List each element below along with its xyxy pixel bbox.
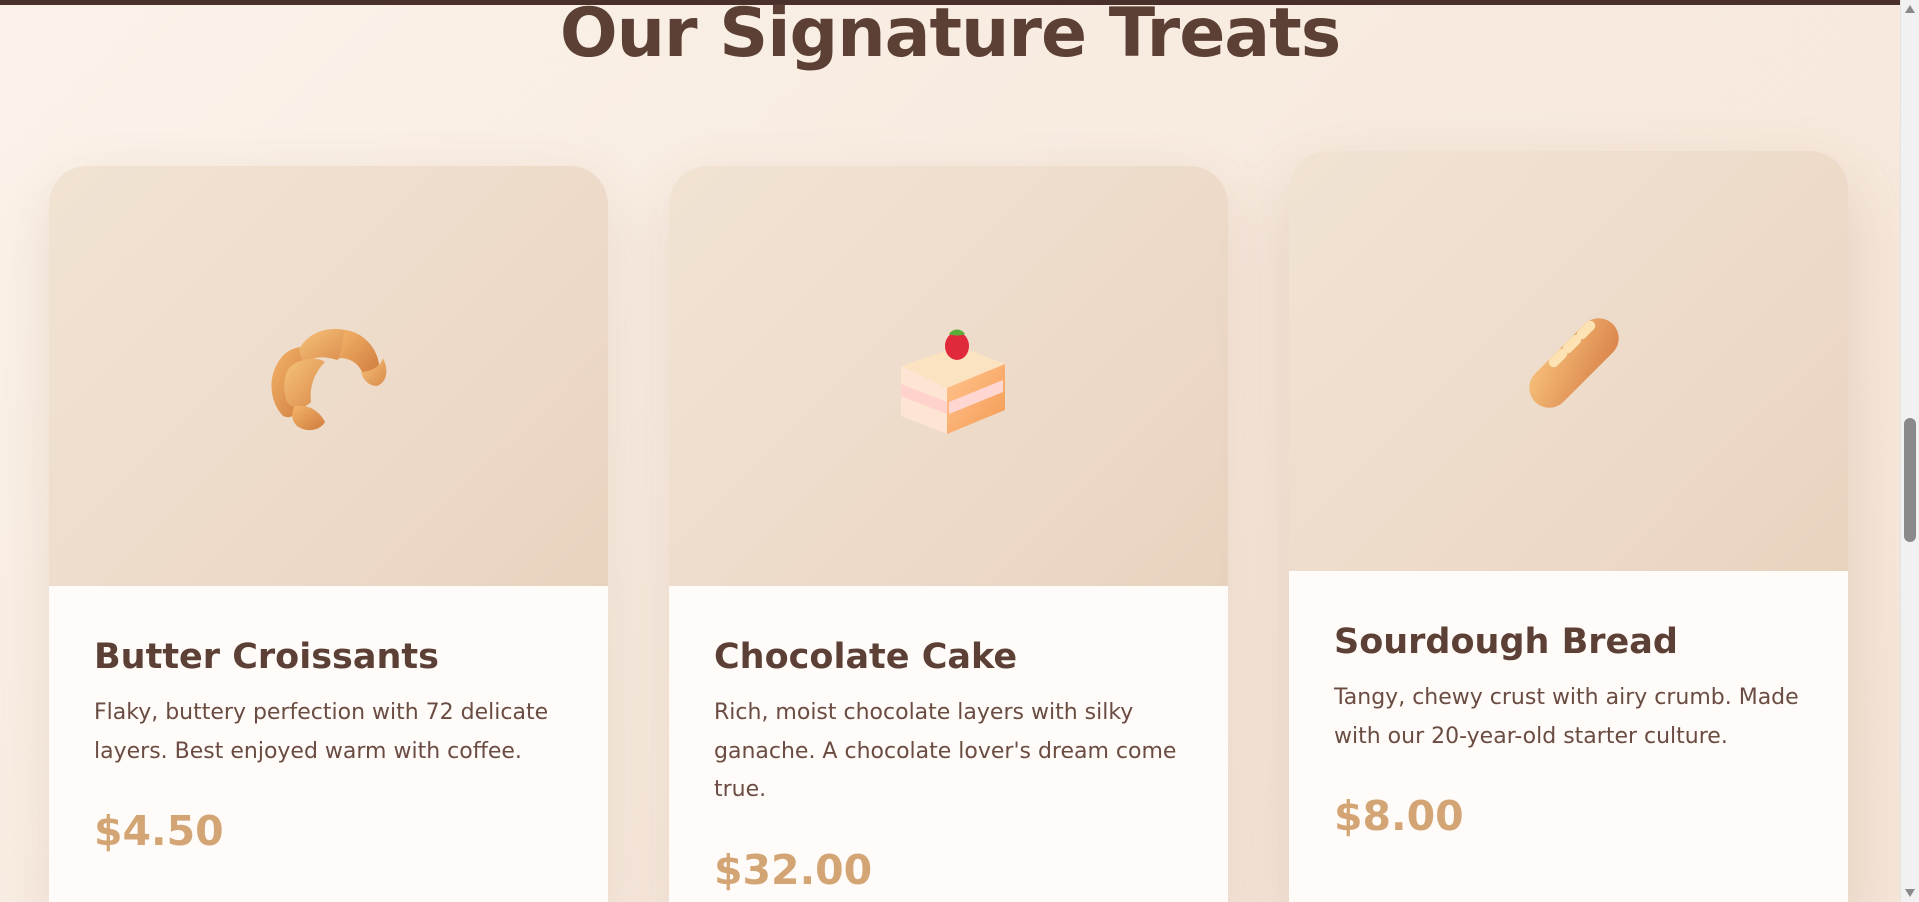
croissant-icon bbox=[259, 306, 399, 446]
product-image bbox=[49, 166, 608, 586]
product-card-croissants[interactable]: Butter Croissants Flaky, buttery perfect… bbox=[49, 166, 608, 902]
bread-icon bbox=[1499, 291, 1639, 431]
product-description: Flaky, buttery perfection with 72 delica… bbox=[94, 700, 549, 764]
product-card-chocolate-cake[interactable]: Chocolate Cake Rich, moist chocolate lay… bbox=[669, 166, 1228, 902]
product-image bbox=[669, 166, 1228, 586]
product-price: $32.00 bbox=[714, 845, 873, 894]
vertical-scrollbar[interactable] bbox=[1900, 0, 1919, 902]
scroll-up-arrow-icon[interactable] bbox=[1905, 5, 1915, 13]
product-image bbox=[1289, 151, 1848, 571]
product-price: $8.00 bbox=[1334, 792, 1464, 840]
product-description: Rich, moist chocolate layers with silky … bbox=[714, 700, 1177, 802]
product-card-sourdough-bread[interactable]: Sourdough Bread Tangy, chewy crust with … bbox=[1289, 151, 1848, 902]
scroll-down-arrow-icon[interactable] bbox=[1905, 889, 1915, 897]
product-price: $4.50 bbox=[94, 807, 224, 855]
product-name: Butter Croissants bbox=[94, 637, 439, 677]
product-name: Chocolate Cake bbox=[714, 637, 1018, 677]
product-description: Tangy, chewy crust with airy crumb. Made… bbox=[1334, 685, 1799, 749]
cake-slice-icon bbox=[879, 306, 1019, 446]
section-title: Our Signature Treats bbox=[559, 0, 1341, 73]
scroll-thumb[interactable] bbox=[1904, 418, 1916, 542]
product-name: Sourdough Bread bbox=[1334, 622, 1678, 662]
